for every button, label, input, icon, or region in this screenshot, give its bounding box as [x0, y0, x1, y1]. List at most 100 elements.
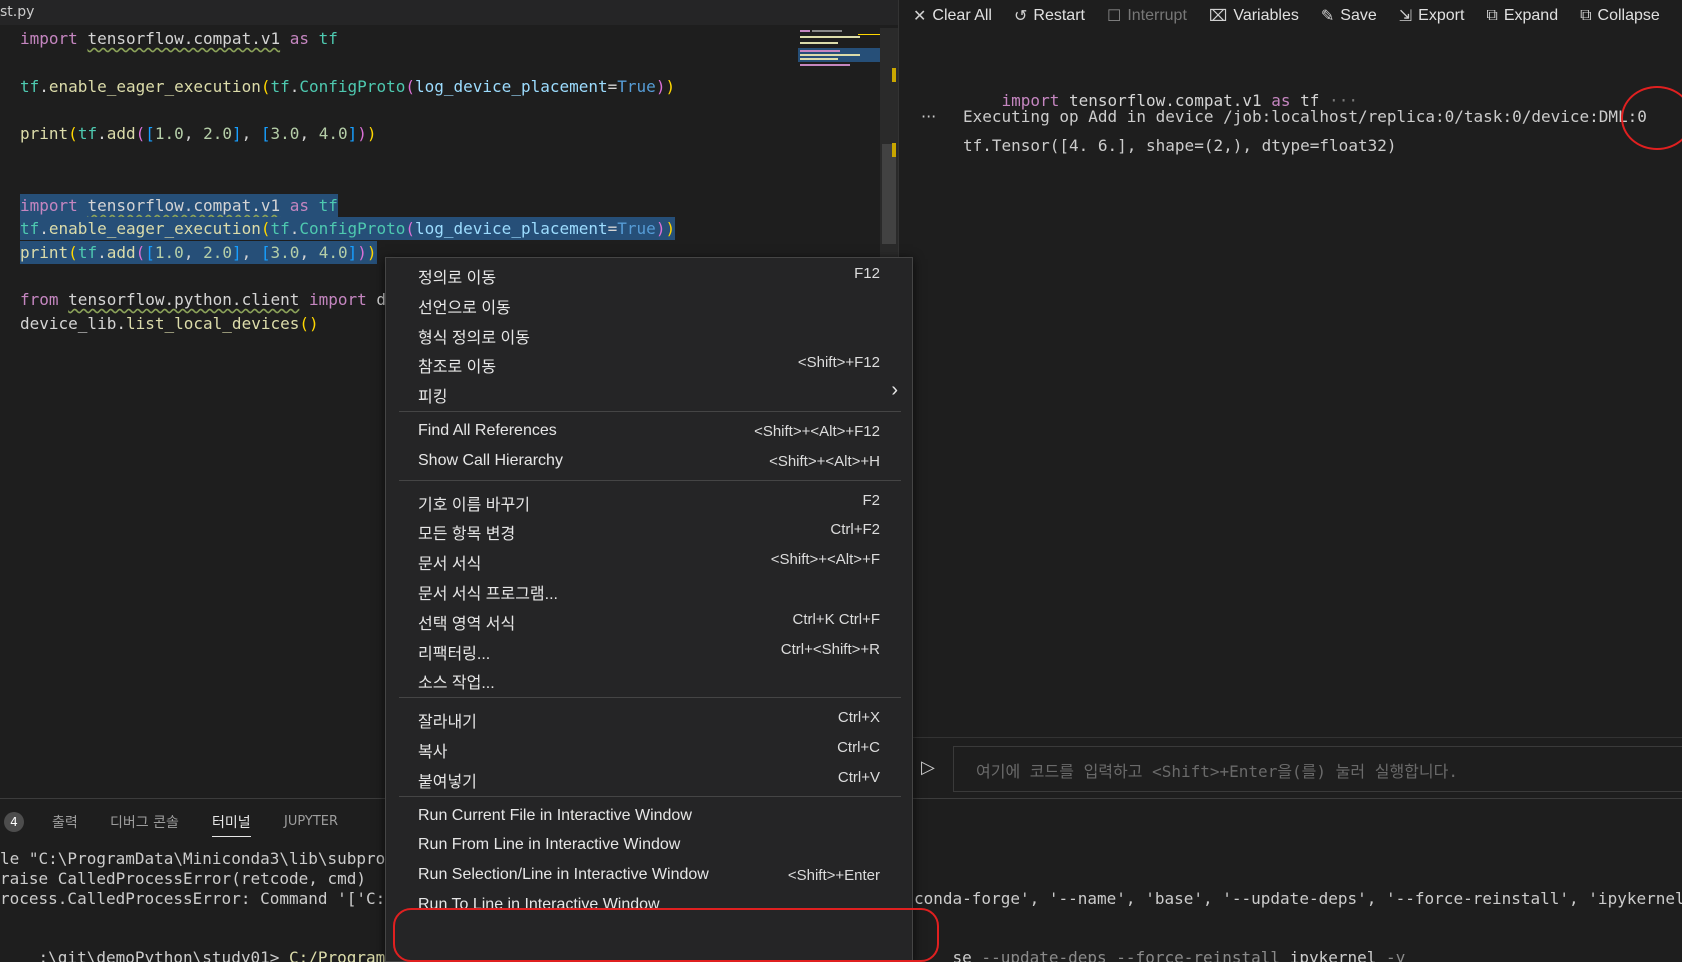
menu-item[interactable]: 리팩터링... Ctrl+<Shift>+R [386, 634, 912, 664]
code-token: ( [68, 124, 78, 143]
clear-all-button[interactable]: ✕ Clear All [913, 6, 992, 26]
restart-button[interactable]: ↺ Restart [1014, 6, 1085, 26]
code-token: tf [270, 219, 290, 238]
code-token: , [241, 124, 261, 143]
code-line[interactable]: tf.enable_eager_execution(tf.ConfigProto… [20, 217, 676, 240]
code-token: enable_eager_execution [48, 77, 261, 96]
menu-item[interactable]: Run Selection/Line in Interactive Window… [386, 860, 912, 890]
code-token: ( [135, 124, 146, 143]
code-line[interactable]: device_lib.list_local_devices() [20, 312, 319, 335]
problems-count-badge[interactable]: 4 [4, 812, 24, 832]
code-token: enable_eager_execution [48, 219, 261, 238]
code-token: ( [405, 77, 415, 96]
code-token: list_local_devices [125, 314, 300, 333]
code-token: ConfigProto [299, 219, 406, 238]
menu-item-label: 문서 서식 [418, 556, 482, 574]
code-token: . [116, 314, 126, 333]
menu-item[interactable]: 문서 서식 프로그램... [386, 574, 912, 604]
code-line[interactable]: print(tf.add([1.0, 2.0], [3.0, 4.0])) [20, 122, 377, 145]
code-token: print [20, 124, 69, 143]
tab-output[interactable]: 출력 [52, 812, 78, 832]
save-button[interactable]: ✎ Save [1321, 6, 1377, 26]
code-token: () [299, 314, 319, 333]
editor-scrollbar-thumb[interactable] [882, 144, 896, 244]
run-cell-button[interactable]: ▷ [921, 757, 935, 778]
red-annotation-oval [393, 908, 939, 962]
menu-item[interactable]: 소스 작업... [386, 663, 912, 693]
terminal-package: ipykernel [1289, 948, 1377, 962]
menu-item[interactable]: 문서 서식 <Shift>+<Alt>+F [386, 544, 912, 574]
terminal-line: conda-forge', '--name', 'base', '--updat… [914, 889, 1682, 908]
code-token: . [39, 219, 49, 238]
menu-item[interactable]: 붙여넣기 Ctrl+V [386, 762, 912, 792]
menu-item-label: 소스 작업... [418, 675, 495, 693]
menu-item-label: 선택 영역 서식 [418, 615, 516, 633]
code-token: 1.0 [154, 124, 184, 143]
code-line[interactable]: from tensorflow.python.client import d [20, 288, 386, 311]
menu-item[interactable]: 복사 Ctrl+C [386, 732, 912, 762]
export-button[interactable]: ⇲ Export [1399, 6, 1465, 26]
expand-button[interactable]: ⧉ Expand [1486, 7, 1558, 25]
menu-item-label: Run From Line in Interactive Window [418, 836, 681, 854]
editor-tab-title[interactable]: st.py [0, 4, 34, 20]
menu-item-label: 기호 이름 바꾸기 [418, 496, 530, 514]
menu-item[interactable]: Run From Line in Interactive Window [386, 830, 912, 860]
code-token: ) [665, 77, 676, 96]
menu-item[interactable]: Find All References <Shift>+<Alt>+F12 [386, 416, 912, 446]
menu-item-shortcut: <Shift>+<Alt>+H [769, 452, 880, 470]
code-token: [ [260, 243, 271, 262]
menu-item[interactable]: 잘라내기 Ctrl+X [386, 702, 912, 732]
export-icon: ⇲ [1398, 8, 1413, 25]
editor-scrollbar[interactable] [880, 28, 898, 258]
code-line[interactable]: print(tf.add([1.0, 2.0], [3.0, 4.0])) [20, 241, 377, 264]
output-more-icon[interactable]: ··· [921, 106, 936, 128]
tab-debug-console[interactable]: 디버그 콘솔 [110, 812, 179, 832]
code-token: ) [655, 77, 666, 96]
menu-item[interactable]: 선택 영역 서식 Ctrl+K Ctrl+F [386, 604, 912, 634]
menu-item[interactable]: 정의로 이동 F12 [386, 258, 912, 288]
menu-item-shortcut: Ctrl+X [837, 709, 880, 727]
code-input-box[interactable]: 여기에 코드를 입력하고 <Shift>+Enter을(를) 눌러 실행합니다. [953, 746, 1682, 792]
menu-item-shortcut: Ctrl+<Shift>+R [780, 640, 880, 658]
menu-item[interactable]: 모든 항목 변경 Ctrl+F2 [386, 514, 912, 544]
menu-item[interactable]: 선언으로 이동 [386, 288, 912, 318]
menu-item[interactable]: 참조로 이동 <Shift>+F12 [386, 347, 912, 377]
menu-item[interactable]: Run Current File in Interactive Window [386, 801, 912, 831]
terminal-command-tail: se --update-deps --force-reinstall ipyke… [914, 928, 1406, 962]
code-token: 1.0 [154, 243, 184, 262]
terminal-line: le "C:\ProgramData\Miniconda3\lib\subpro… [0, 849, 415, 868]
code-token: , [299, 243, 319, 262]
code-token: [ [145, 124, 155, 143]
tab-jupyter[interactable]: JUPYTER [284, 814, 338, 829]
code-token: , [183, 243, 204, 262]
menu-item-label: Show Call Hierarchy [418, 451, 563, 469]
code-token: . [39, 77, 49, 96]
menu-item-shortcut: F12 [854, 265, 880, 282]
code-token: add [106, 243, 136, 262]
code-line[interactable]: import tensorflow.compat.v1 as tf [20, 27, 338, 50]
minimap[interactable] [798, 28, 880, 70]
collapse-button[interactable]: ⧉ Collapse [1580, 7, 1660, 25]
code-token: [ [260, 124, 271, 143]
variables-icon: ⌧ [1208, 8, 1228, 25]
code-line[interactable]: tf.enable_eager_execution(tf.ConfigProto… [20, 75, 675, 98]
menu-separator [399, 479, 901, 481]
code-token: . [97, 243, 107, 262]
code-token: = [607, 77, 618, 96]
tab-terminal[interactable]: 터미널 [212, 812, 251, 837]
code-token: = [607, 219, 618, 238]
editor-tab-header[interactable]: st.py [0, 0, 898, 25]
restart-icon: ↺ [1013, 8, 1028, 25]
menu-item[interactable]: 피킹 › [386, 377, 912, 407]
menu-item[interactable]: Show Call Hierarchy <Shift>+<Alt>+H [386, 446, 912, 476]
menu-separator [399, 697, 901, 699]
variables-button[interactable]: ⌧ Variables [1209, 6, 1299, 26]
code-token: ) [357, 124, 367, 143]
code-line[interactable]: import tensorflow.compat.v1 as tf [20, 194, 338, 217]
scrollbar-marker [892, 143, 896, 157]
toolbar-label: Expand [1503, 7, 1559, 24]
menu-item[interactable]: 형식 정의로 이동 [386, 318, 912, 348]
code-token: . [289, 77, 300, 96]
menu-item[interactable]: 기호 이름 바꾸기 F2 [386, 485, 912, 515]
